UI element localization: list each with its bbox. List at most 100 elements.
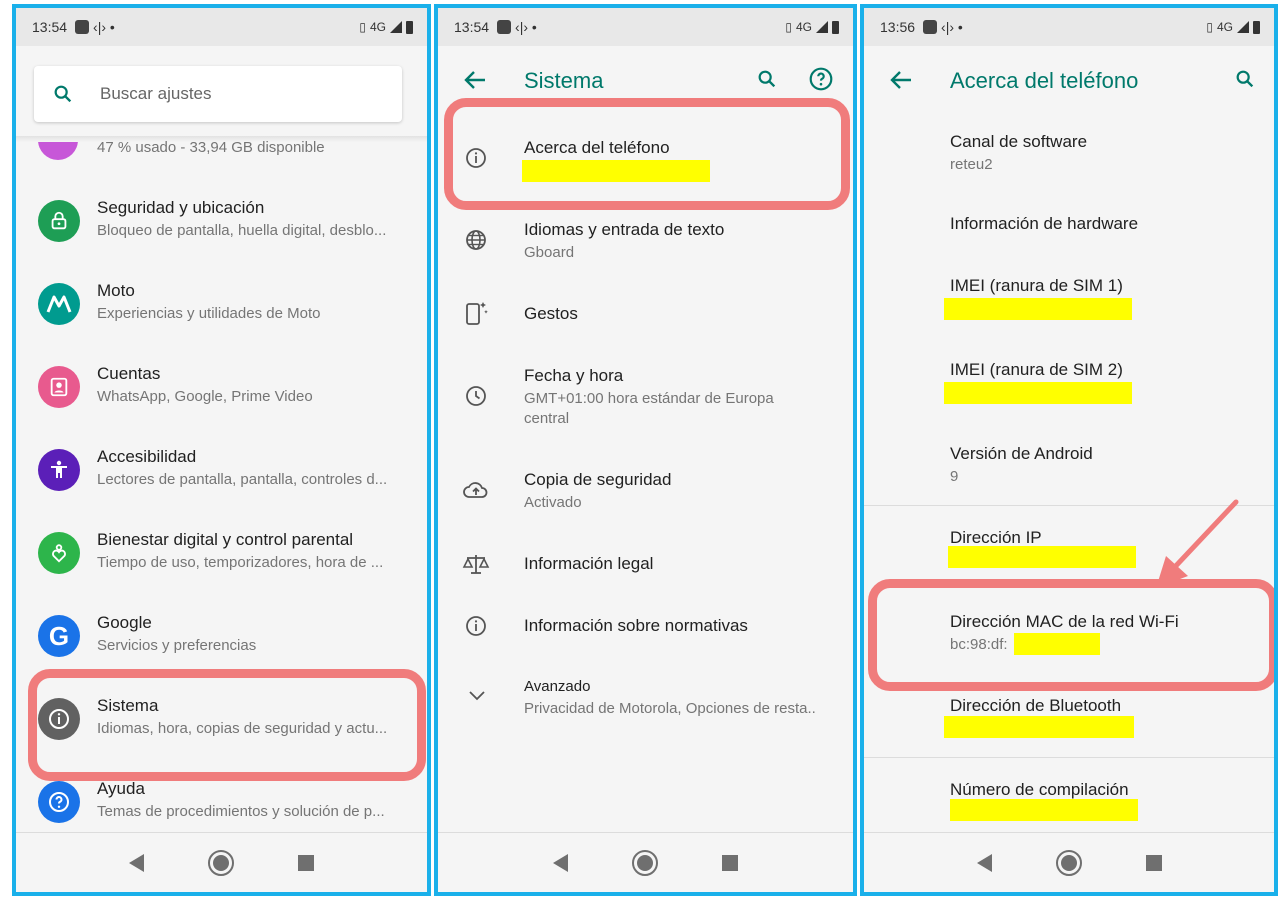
signal-icon [390,21,402,33]
settings-item-security[interactable]: Seguridad y ubicación Bloqueo de pantall… [16,188,427,268]
system-item-languages[interactable]: Idiomas y entrada de texto Gboard [438,208,853,278]
page-title: Acerca del teléfono [950,68,1139,93]
back-arrow-icon[interactable] [890,70,912,90]
system-item-date-time[interactable]: Fecha y hora GMT+01:00 hora estándar de … [438,354,853,444]
redaction-bar [944,382,1132,404]
chevron-down-icon [469,691,485,701]
signal-icon [816,21,828,33]
battery-icon [1253,20,1260,34]
about-item-subtitle: reteu2 [950,156,993,173]
settings-item-subtitle: Tiempo de uso, temporizadores, hora de .… [97,554,384,571]
data-saver-icon: ‹|› • [515,19,537,35]
system-item-subtitle: GMT+01:00 hora estándar de Europa [524,390,774,407]
settings-item-accounts[interactable]: Cuentas WhatsApp, Google, Prime Video [16,354,427,434]
about-item-title: Canal de software [950,132,1088,151]
globe-icon [466,230,486,250]
settings-item-title: Bienestar digital y control parental [97,530,354,549]
search-icon[interactable] [1234,68,1256,90]
system-item-title: Información sobre normativas [524,616,748,635]
system-item-title: Fecha y hora [524,366,624,385]
about-item-software-channel[interactable]: Canal de software reteu2 [864,126,1274,186]
settings-item-title: Accesibilidad [97,447,197,466]
data-saver-icon: ‹|› • [93,19,115,35]
network-type: 4G [795,20,812,34]
system-item-subtitle: Privacidad de Motorola, Opciones de rest… [524,700,816,717]
gestures-icon [466,302,488,325]
search-icon[interactable] [756,68,778,90]
wellbeing-icon [38,532,80,574]
system-item-advanced[interactable]: Avanzado Privacidad de Motorola, Opcione… [438,668,853,738]
settings-item-title: Ayuda [97,779,145,798]
system-item-legal[interactable]: Información legal [438,538,853,598]
recents-nav-icon[interactable] [298,854,314,871]
about-item-android-version[interactable]: Versión de Android 9 [864,438,1274,498]
vibrate-icon: ▯ [359,20,366,34]
search-icon [54,85,72,103]
navigation-bar [16,832,427,892]
about-phone-screen: 13:56 ‹|› • ▯ 4G Acerca del teléfono Cana… [860,4,1278,896]
accessibility-icon [38,449,80,491]
notification-icon [923,20,938,34]
highlight-frame [444,98,850,210]
scales-icon [462,555,490,574]
system-item-subtitle: Activado [524,494,582,511]
about-item-hardware-info[interactable]: Información de hardware [864,208,1274,248]
home-nav-icon[interactable] [1055,849,1082,876]
help-icon[interactable] [808,66,834,92]
search-placeholder: Buscar ajustes [100,84,212,103]
cloud-backup-icon [463,482,488,498]
settings-item-wellbeing[interactable]: Bienestar digital y control parental Tie… [16,520,427,600]
navigation-bar [864,832,1274,892]
settings-item-accessibility[interactable]: Accesibilidad Lectores de pantalla, pant… [16,437,427,517]
status-bar: 13:54 ‹|› • ▯ 4G [16,8,427,46]
page-title: Sistema [524,68,604,93]
pointer-arrow-icon [1156,499,1239,588]
status-time: 13:56 [880,19,916,35]
notification-icon [497,20,512,34]
status-bar: 13:54 ‹|› • ▯ 4G [438,8,853,46]
redaction-bar [944,298,1132,320]
signal-icon [1237,21,1249,33]
navigation-bar [438,832,853,892]
status-time: 13:54 [32,19,68,35]
about-item-title: Información de hardware [950,214,1139,233]
google-icon: G [38,615,80,657]
recents-nav-icon[interactable] [722,854,738,871]
back-arrow-icon[interactable] [464,70,486,90]
back-nav-icon[interactable] [553,853,568,872]
settings-item-title: Seguridad y ubicación [97,198,265,217]
back-nav-icon[interactable] [129,853,144,872]
settings-item-moto[interactable]: Moto Experiencias y utilidades de Moto [16,271,427,351]
system-item-title: Gestos [524,304,578,323]
home-nav-icon[interactable] [632,849,658,876]
system-screen: 13:54 ‹|› • ▯ 4G Sistema Acerca del teléf… [434,4,857,896]
recents-nav-icon[interactable] [1145,854,1162,871]
vibrate-icon: ▯ [785,20,792,34]
redaction-bar [950,799,1138,821]
storage-subtitle: 47 % usado - 33,94 GB disponible [97,139,325,156]
home-nav-icon[interactable] [208,849,234,876]
system-item-regulatory[interactable]: Información sobre normativas [438,600,853,660]
system-item-subtitle: central [524,410,570,427]
status-bar: 13:56 ‹|› • ▯ 4G [864,8,1274,46]
about-item-title: IMEI (ranura de SIM 1) [950,276,1123,295]
system-item-backup[interactable]: Copia de seguridad Activado [438,458,853,528]
system-item-title: Idiomas y entrada de texto [524,220,725,239]
clock-icon [466,386,486,406]
settings-item-subtitle: Lectores de pantalla, pantalla, controle… [97,471,388,488]
settings-item-title: Cuentas [97,364,161,383]
system-item-title: Copia de seguridad [524,470,672,489]
settings-item-title: Moto [97,281,135,300]
app-bar: Acerca del teléfono [864,46,1274,114]
search-bar[interactable]: Buscar ajustes [34,66,402,122]
help-icon [38,781,80,823]
data-saver-icon: ‹|› • [941,19,963,35]
settings-item-subtitle: Experiencias y utilidades de Moto [97,305,321,322]
notification-icon [75,20,90,34]
status-time: 13:54 [454,19,490,35]
back-nav-icon[interactable] [976,853,992,872]
battery-icon [406,20,413,34]
system-item-gestures[interactable]: Gestos [438,288,853,348]
system-item-title: Información legal [524,554,654,573]
about-item-title: Dirección de Bluetooth [950,696,1122,715]
